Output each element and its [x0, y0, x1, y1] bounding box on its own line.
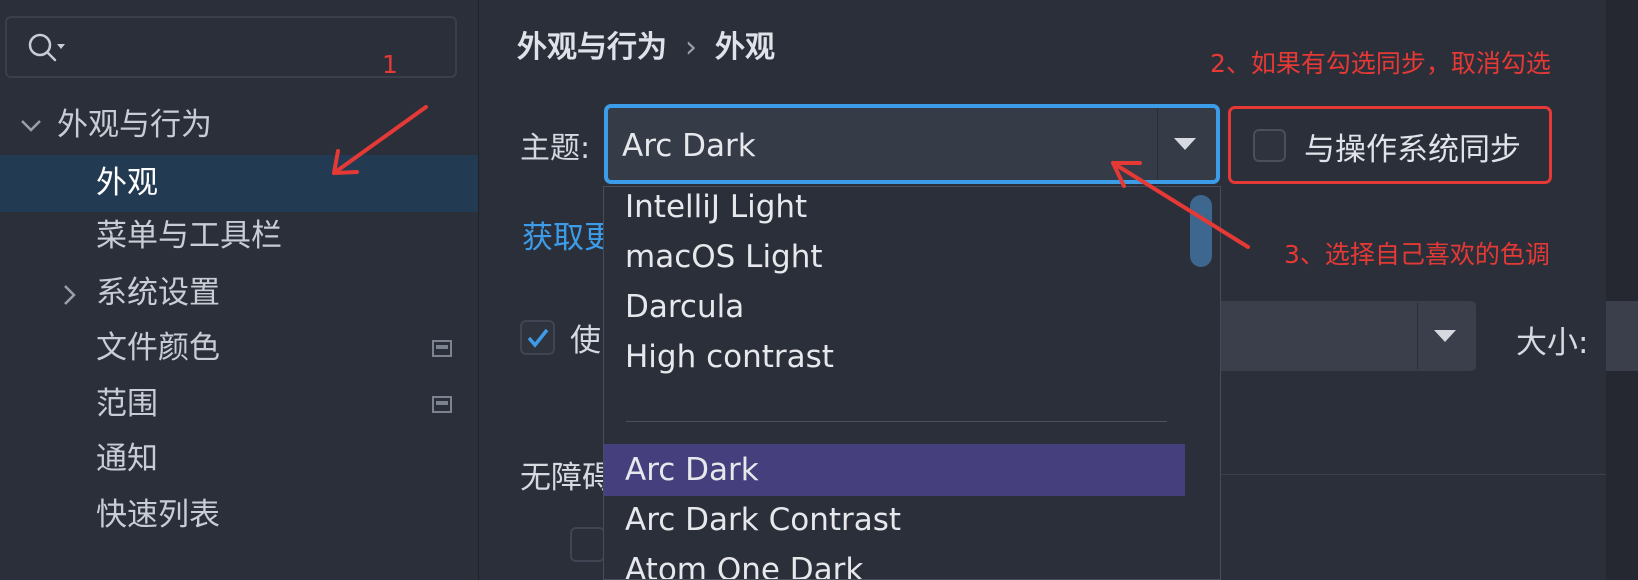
arrow-to-appearance-icon [332, 105, 428, 175]
arrow-to-theme-select-icon [1111, 161, 1250, 249]
annotation-arrows [332, 105, 1250, 249]
